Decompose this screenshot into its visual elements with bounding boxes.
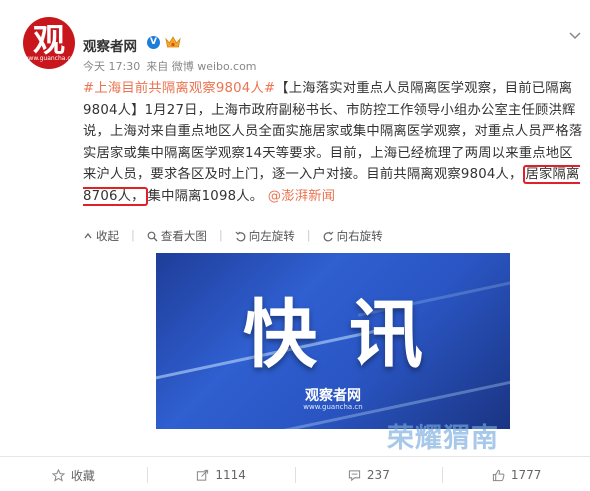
avatar[interactable]: 观 www.guancha.cn	[23, 17, 75, 69]
post-time[interactable]: 今天 17:30	[83, 60, 140, 73]
view-large-label: 查看大图	[160, 229, 207, 243]
repost-icon	[197, 469, 209, 481]
verified-icon: V	[147, 36, 160, 49]
rotate-right-button[interactable]: 向右旋转	[323, 228, 383, 244]
favorite-button[interactable]: 收藏	[0, 460, 147, 490]
chevron-down-icon[interactable]	[569, 31, 581, 41]
post-meta: 今天 17:30 来自 微博 weibo.com	[83, 58, 263, 74]
mention-link[interactable]: @澎湃新闻	[268, 189, 335, 204]
image-toolbar: 收起 | 查看大图 | 向左旋转 | 向右旋转	[83, 228, 383, 244]
star-icon	[51, 468, 65, 482]
magnifier-icon	[147, 231, 158, 241]
image-brand-url: www.guancha.cn	[303, 403, 363, 411]
news-flash-image[interactable]: 快讯 观察者网 www.guancha.cn	[156, 253, 510, 429]
vip-crown-icon	[165, 36, 181, 48]
comment-count: 237	[366, 468, 390, 482]
image-brand: 观察者网	[305, 388, 361, 404]
post-text-1: 【上海落实对重点人员隔离医学观察，目前已隔离9804人】1月27日，上海市政府副…	[83, 81, 583, 182]
collapse-label: 收起	[96, 229, 119, 243]
post-body: #上海目前共隔离观察9804人#【上海落实对重点人员隔离医学观察，目前已隔离98…	[83, 78, 583, 207]
repost-count: 1114	[215, 468, 246, 482]
thumbs-up-icon	[492, 469, 505, 481]
avatar-site: www.guancha.cn	[23, 55, 75, 62]
toolbar-divider: |	[131, 228, 135, 242]
like-count: 1777	[510, 468, 542, 482]
toolbar-divider: |	[306, 228, 311, 242]
like-button[interactable]: 1777	[443, 460, 590, 490]
favorite-label: 收藏	[70, 468, 95, 483]
repost-button[interactable]: 1114	[148, 460, 295, 490]
view-large-button[interactable]: 查看大图	[147, 228, 207, 244]
comment-icon	[348, 469, 361, 481]
toolbar-divider: |	[218, 228, 223, 242]
rotate-left-icon	[235, 231, 246, 241]
collapse-icon	[84, 232, 92, 239]
rotate-left-label: 向左旋转	[248, 229, 295, 243]
hashtag-link[interactable]: #上海目前共隔离观察9804人#	[83, 81, 275, 96]
author-name[interactable]: 观察者网	[83, 35, 137, 55]
action-bar: 收藏 1114 237 1777	[0, 460, 590, 490]
rotate-right-label: 向右旋转	[336, 229, 383, 243]
watermark: 荣耀猬南	[387, 423, 499, 454]
post-text-2: 集中隔离1098人。	[147, 188, 264, 204]
rotate-right-icon	[323, 231, 334, 241]
post-source[interactable]: 来自 微博 weibo.com	[146, 60, 256, 73]
action-divider	[0, 456, 590, 457]
collapse-button[interactable]: 收起	[83, 228, 119, 244]
image-headline: 快讯	[243, 292, 455, 378]
avatar-glyph: 观	[32, 21, 65, 59]
comment-button[interactable]: 237	[296, 460, 443, 490]
rotate-left-button[interactable]: 向左旋转	[235, 228, 295, 244]
